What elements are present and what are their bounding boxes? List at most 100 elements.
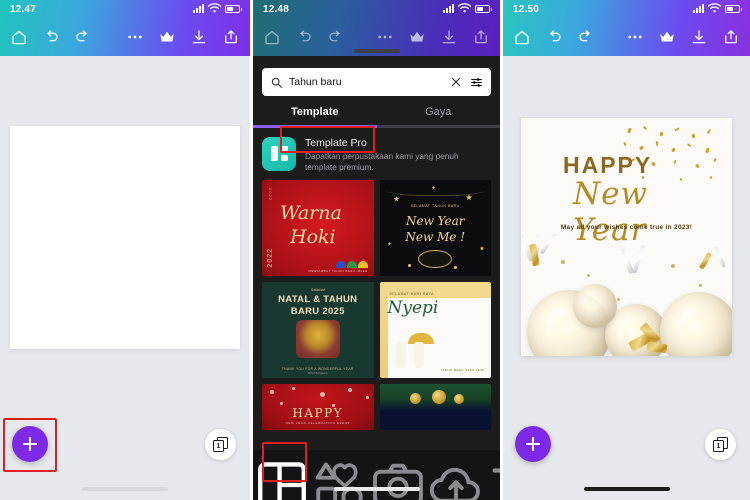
- template-card[interactable]: HAPPY NEW YEAR CELEBRATION EVENT: [262, 383, 374, 430]
- bottom-nav-teks[interactable]: Te: [485, 456, 500, 500]
- new-year-design: HAPPY New Year May all your wishes come …: [521, 118, 732, 356]
- bauble-icon: [409, 392, 421, 404]
- template-pro-text: Template Pro Dapatkan perpustakaan kami …: [305, 137, 491, 173]
- add-page-button[interactable]: [12, 426, 48, 462]
- page-counter-button[interactable]: 1: [705, 429, 736, 460]
- close-icon[interactable]: [450, 76, 462, 88]
- redo-icon[interactable]: [74, 28, 92, 46]
- template-card-pretext: Selamat: [310, 287, 325, 292]
- status-clock: 12.47: [10, 3, 37, 15]
- page-counter-button[interactable]: 1: [205, 429, 236, 460]
- template-card-title: HAPPY: [292, 405, 344, 420]
- crown-icon[interactable]: [408, 28, 426, 46]
- bottom-nav-elemen[interactable]: Elemen: [311, 456, 369, 500]
- undo-icon[interactable]: [295, 28, 313, 46]
- battery-icon: [475, 5, 492, 13]
- three-panel-screenshot: 12.47 1 12.48 Tahun baru Template Gaya T…: [0, 0, 750, 500]
- page-count-value: 1: [713, 440, 724, 452]
- garland-decoration-icon: [385, 182, 485, 196]
- home-indicator: [583, 487, 670, 491]
- editor-toolbar: [0, 18, 250, 56]
- more-icon[interactable]: [126, 28, 144, 46]
- blank-canvas[interactable]: [10, 126, 240, 349]
- template-pro-promo[interactable]: Template Pro Dapatkan perpustakaan kami …: [253, 128, 500, 180]
- toolbar-right-group: [126, 28, 240, 46]
- download-icon[interactable]: [440, 28, 458, 46]
- figure2-decoration-icon: [413, 341, 424, 368]
- add-page-button[interactable]: [515, 426, 551, 462]
- uploads-icon: [427, 456, 485, 500]
- editor-canvas-area[interactable]: HAPPY New Year May all your wishes come …: [503, 56, 750, 500]
- template-card[interactable]: 2022 Warna Hoki 2022 MENYAMBUT TAHUN BAR…: [262, 179, 374, 276]
- crown-icon[interactable]: [658, 28, 676, 46]
- panel3-header: 12.50: [503, 0, 750, 56]
- home-icon[interactable]: [513, 28, 531, 46]
- template-card-footer2: 2024 TIM Agency: [307, 371, 328, 375]
- undo-icon[interactable]: [545, 28, 563, 46]
- editor-canvas-area[interactable]: 1: [0, 56, 250, 500]
- medal-decoration-icon: [418, 249, 453, 268]
- editor-toolbar: [503, 18, 750, 56]
- download-icon[interactable]: [190, 28, 208, 46]
- template-card[interactable]: SELAMAT HARI RAYA Nyepi TAHUN BARU SAKA …: [379, 281, 491, 378]
- tab-template[interactable]: Template: [253, 106, 377, 125]
- template-card-year: 2022: [267, 248, 274, 268]
- status-system-icons: [693, 0, 742, 18]
- status-bar: 12.48: [253, 0, 500, 18]
- toolbar-right-group: [626, 28, 740, 46]
- template-card[interactable]: SELAMAT TAHUN BARU New Year New Me !: [379, 179, 491, 276]
- template-pro-title: Template Pro: [305, 136, 367, 149]
- search-icon: [270, 76, 283, 89]
- pages-icon: 1: [213, 437, 228, 452]
- sheet-grabber[interactable]: [353, 49, 400, 53]
- signal-icon: [693, 4, 704, 13]
- template-card-smalltext: SELAMAT TAHUN BARU: [410, 203, 460, 208]
- search-input[interactable]: Tahun baru: [289, 76, 444, 88]
- more-icon[interactable]: [376, 28, 394, 46]
- bottom-nav-desain[interactable]: Desain: [253, 456, 311, 500]
- template-pro-subtitle: Dapatkan perpustakaan kami yang penuh te…: [305, 150, 459, 172]
- template-card-footer: THANK YOU FOR A WONDERFUL YEAR: [281, 366, 354, 371]
- undo-icon[interactable]: [42, 28, 60, 46]
- template-tabs: Template Gaya: [253, 106, 500, 125]
- redo-icon[interactable]: [327, 28, 345, 46]
- share-icon[interactable]: [472, 28, 490, 46]
- wifi-icon: [707, 0, 722, 18]
- download-icon[interactable]: [690, 28, 708, 46]
- search-area: Tahun baru: [253, 56, 500, 96]
- bottom-nav-rol-kamera[interactable]: Rol Kamera: [369, 456, 427, 500]
- more-icon[interactable]: [626, 28, 644, 46]
- status-clock: 12.48: [263, 3, 290, 15]
- toolbar-left-group: [10, 28, 92, 46]
- design-canvas[interactable]: HAPPY New Year May all your wishes come …: [521, 118, 732, 356]
- template-card-subtitle: New Me !: [405, 229, 466, 244]
- share-icon[interactable]: [222, 28, 240, 46]
- status-bar: 12.47: [0, 0, 250, 18]
- fan-decoration-icon: [335, 260, 368, 268]
- bottom-nav: Desain Elemen Rol Kamera: [253, 450, 500, 500]
- template-card-subtitle: BARU 2025: [290, 305, 345, 317]
- toolbar-left-group: [513, 28, 595, 46]
- home-icon[interactable]: [10, 28, 28, 46]
- template-card-topnote: 2022: [268, 187, 273, 201]
- redo-icon[interactable]: [577, 28, 595, 46]
- signal-icon: [193, 4, 204, 13]
- wifi-icon: [207, 0, 222, 18]
- status-bar: 12.50: [503, 0, 750, 18]
- template-sheet: Tahun baru Template Gaya Template Pro Da…: [253, 49, 500, 500]
- tab-gaya[interactable]: Gaya: [377, 106, 501, 125]
- crown-icon[interactable]: [158, 28, 176, 46]
- template-card-footer: NEW YEAR CELEBRATION EVENT: [285, 420, 350, 425]
- share-icon[interactable]: [722, 28, 740, 46]
- pages-icon: 1: [713, 437, 728, 452]
- template-card[interactable]: Selamat NATAL & TAHUN BARU 2025 THANK YO…: [262, 281, 374, 378]
- search-bar[interactable]: Tahun baru: [262, 68, 491, 96]
- status-clock: 12.50: [513, 3, 540, 15]
- template-card-title: NATAL & TAHUN: [278, 293, 358, 305]
- filter-icon[interactable]: [470, 76, 483, 89]
- template-card-subtitle: Hoki: [290, 225, 336, 248]
- ornaments-photo: [521, 234, 732, 356]
- home-icon[interactable]: [263, 28, 281, 46]
- template-card[interactable]: [379, 383, 491, 430]
- bottom-nav-unggahan[interactable]: Unggahan: [427, 456, 485, 500]
